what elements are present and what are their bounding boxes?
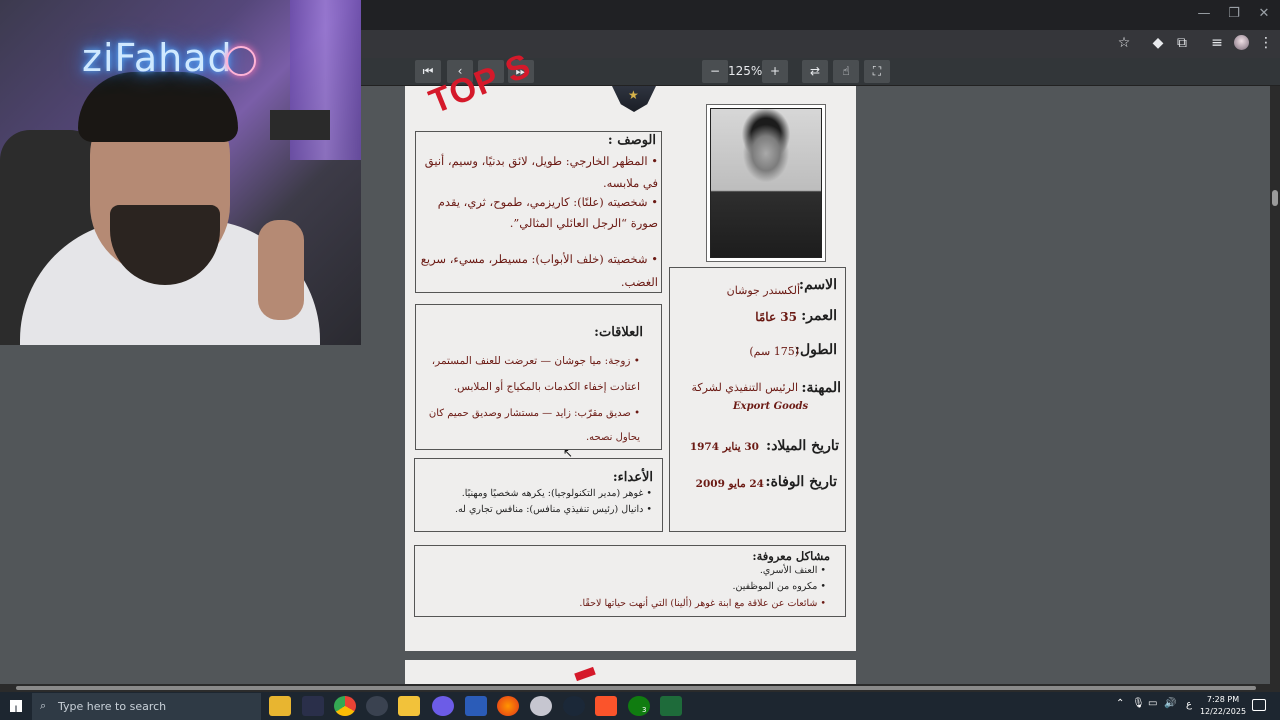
minimize-button[interactable]: — <box>1190 4 1218 24</box>
description-line: في ملابسه. <box>602 176 658 190</box>
steam-icon[interactable] <box>563 696 585 716</box>
enemies-line: • دانيال (رئيس تنفيذي منافس): منافس تجار… <box>454 504 652 515</box>
description-line: صورة “الرجل العائلي المثالي”. <box>509 216 658 230</box>
description-title: الوصف : <box>607 133 656 148</box>
microphone-icon[interactable]: 🎙 <box>1132 698 1145 709</box>
system-clock[interactable]: 7:28 PM 12/22/2025 <box>1196 694 1250 718</box>
neon-sign: ziFahad <box>82 36 233 80</box>
portrait-photo <box>710 108 822 258</box>
extension-diamond-icon[interactable]: ◆ <box>1146 32 1170 54</box>
profile-box <box>669 267 846 532</box>
zoom-in-button[interactable]: + <box>762 60 788 83</box>
planet-neon-icon <box>226 46 256 76</box>
word-icon[interactable] <box>465 696 487 716</box>
description-line: الغضب. <box>620 275 658 289</box>
windows-start-icon[interactable] <box>10 700 22 712</box>
issues-line: • شائعات عن علاقة مع ابنة غوهر (ألينا) ا… <box>579 598 826 609</box>
xbox-badge: 3 <box>642 706 647 714</box>
job-value: الرئيس التنفيذي لشركة <box>691 381 798 394</box>
age-label: العمر: <box>801 308 837 324</box>
pdf-page-next <box>405 660 856 684</box>
fit-page-button[interactable]: ⛶ <box>864 60 890 83</box>
clock-date: 12/22/2025 <box>1199 707 1247 716</box>
person-hair <box>78 72 238 142</box>
touch-mode-button[interactable]: ☝ <box>833 60 859 83</box>
background-shelf <box>270 110 330 140</box>
clock-time: 7:28 PM <box>1206 695 1240 704</box>
relations-line: • زوجة: ميا جوشان — تعرضت للعنف المستمر، <box>431 355 640 367</box>
name-label: الاسم: <box>798 277 837 293</box>
search-icon: ⌕ <box>40 699 47 712</box>
description-line: • شخصيته (علنًا): كاريزمي، طموح، ثري، يق… <box>437 195 658 209</box>
description-line: • شخصيته (خلف الأبواب): مسيطر، مسيء، سري… <box>420 252 658 266</box>
obs-icon[interactable] <box>366 696 388 716</box>
issues-line: • العنف الأسري. <box>759 565 826 576</box>
webcam-overlay: ziFahad <box>0 0 361 345</box>
person-hand <box>258 220 304 320</box>
job-company: Export Goods <box>733 401 809 412</box>
file-explorer-icon[interactable] <box>269 696 291 716</box>
media-icon[interactable]: ≡ <box>1205 32 1229 54</box>
relations-line: اعتادت إخفاء الكدمات بالمكياج أو الملابس… <box>453 381 640 393</box>
volume-icon[interactable]: 🔊 <box>1164 698 1176 709</box>
xbox-icon[interactable] <box>628 696 650 716</box>
badge-star-icon: ★ <box>628 88 639 102</box>
mouse-cursor: ↖ <box>563 446 574 460</box>
chevron-up-icon[interactable]: ⌃ <box>1116 698 1124 709</box>
height-value: (175 سم) <box>749 345 799 358</box>
close-button[interactable]: ✕ <box>1250 4 1278 24</box>
brave-icon[interactable] <box>595 696 617 716</box>
birth-value: 30 يناير 1974 <box>689 441 759 453</box>
job-label: المهنة: <box>801 380 841 396</box>
vertical-scrollbar[interactable] <box>1270 86 1280 684</box>
profile-icon[interactable] <box>1234 35 1249 50</box>
relations-line: • صديق مقرّب: زايد — مستشار وصديق حميم ك… <box>428 408 640 419</box>
relations-line: يحاول نصحه. <box>585 432 640 443</box>
network-icon[interactable]: ▭ <box>1148 698 1157 709</box>
firefox-icon[interactable] <box>497 696 519 716</box>
app-store-icon[interactable] <box>398 696 420 716</box>
app-icon[interactable] <box>302 696 324 716</box>
notification-icon[interactable] <box>1252 699 1266 711</box>
issues-title: مشاكل معروفة: <box>752 549 830 563</box>
zoom-level[interactable]: 125% <box>728 60 762 83</box>
height-label: الطول: <box>794 342 837 358</box>
language-indicator[interactable]: ع <box>1186 699 1192 710</box>
death-value: 24 مايو 2009 <box>695 478 764 490</box>
app-icon[interactable] <box>530 696 552 716</box>
star-icon[interactable]: ☆ <box>1112 32 1136 54</box>
portrait-frame <box>706 104 826 262</box>
enemies-title: الأعداء: <box>612 470 653 485</box>
vertical-scroll-thumb[interactable] <box>1272 190 1278 206</box>
maximize-button[interactable]: ❐ <box>1220 4 1248 24</box>
age-value: 35 عامًا <box>755 310 797 324</box>
death-label: تاريخ الوفاة: <box>765 474 837 490</box>
rotate-button[interactable]: ⇄ <box>802 60 828 83</box>
birth-label: تاريخ الميلاد: <box>766 438 839 454</box>
excel-icon[interactable] <box>660 696 682 716</box>
relations-title: العلاقات: <box>594 325 643 340</box>
enemies-line: • غوهر (مدير التكنولوجيا): يكرهه شخصيًا … <box>461 488 652 499</box>
issues-line: • مكروه من الموظفين. <box>732 581 826 592</box>
app-icon[interactable] <box>432 696 454 716</box>
chrome-icon[interactable] <box>334 696 356 716</box>
name-value: ألكسندر جوشان <box>726 284 800 297</box>
puzzle-icon[interactable]: ⧉ <box>1170 32 1194 54</box>
taskbar-search-box[interactable]: Type here to search <box>32 693 261 720</box>
menu-icon[interactable]: ⋮ <box>1254 32 1278 54</box>
horizontal-scroll-thumb[interactable] <box>16 686 1256 690</box>
zoom-out-button[interactable]: − <box>702 60 728 83</box>
description-line: • المظهر الخارجي: طويل، لائق بدنيًا، وسي… <box>424 154 658 168</box>
